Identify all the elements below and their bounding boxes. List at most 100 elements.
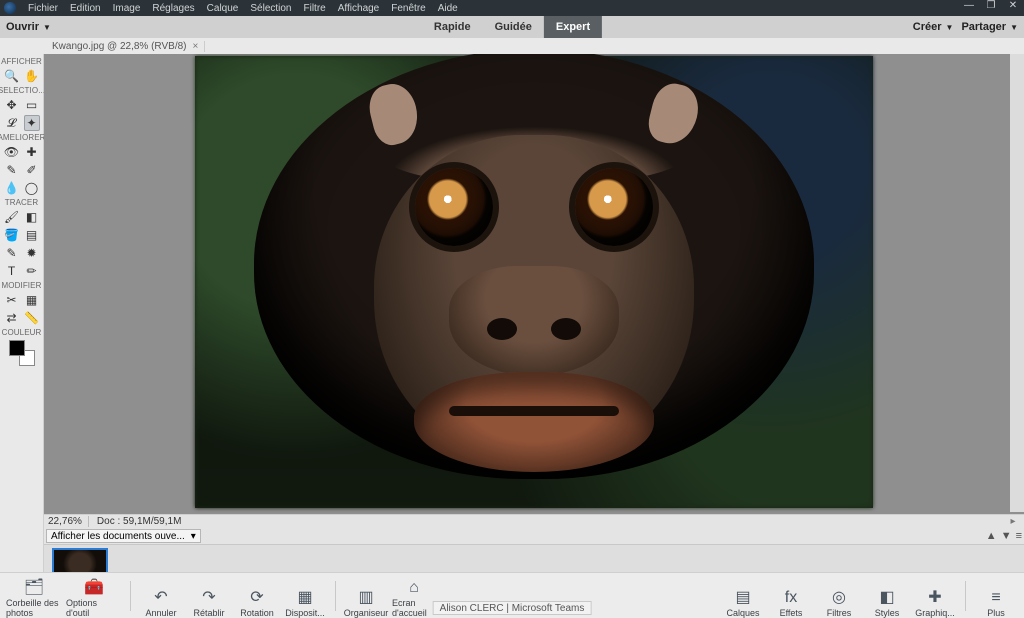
gradient-tool[interactable]: ▤ — [24, 227, 40, 243]
photo-bin-icon: 🗂 — [24, 580, 44, 596]
toolbox-section-ameliorer: AMELIORER — [0, 133, 46, 142]
graphics-panel-button[interactable]: ✚ Graphiq... — [913, 578, 957, 618]
sponge-tool[interactable]: ◯ — [24, 180, 40, 196]
open-documents-dropdown[interactable]: Afficher les documents ouve... ▾ — [46, 529, 201, 543]
minimize-button[interactable]: — — [962, 0, 976, 11]
whiten-tool[interactable]: ✎ — [4, 162, 20, 178]
share-menu[interactable]: Partager ▼ — [961, 21, 1018, 33]
zoom-tool[interactable]: 🔍 — [4, 68, 20, 84]
type-tool[interactable]: T — [4, 263, 20, 279]
doc-row-right-icons: ▲ ▼ ≡ — [986, 530, 1022, 542]
more-label: Plus — [987, 608, 1005, 618]
tool-options-button[interactable]: 🧰 Options d'outil — [66, 578, 122, 618]
menu-fenetre[interactable]: Fenêtre — [385, 3, 431, 14]
chevron-down-icon: ▼ — [946, 23, 954, 32]
close-icon[interactable]: × — [192, 41, 198, 52]
filters-label: Filtres — [827, 608, 852, 618]
image-subject-eye — [415, 168, 493, 246]
menu-edition[interactable]: Edition — [64, 3, 107, 14]
paint-bucket-tool[interactable]: 🪣 — [4, 227, 20, 243]
rotate-button[interactable]: ⟳ Rotation — [235, 578, 279, 618]
menu-aide[interactable]: Aide — [432, 3, 464, 14]
red-eye-tool[interactable]: 👁 — [4, 144, 20, 160]
spot-heal-tool[interactable]: ✚ — [24, 144, 40, 160]
document-tab[interactable]: Kwango.jpg @ 22,8% (RVB/8) × — [46, 41, 205, 52]
menu-filtre[interactable]: Filtre — [298, 3, 332, 14]
color-swatches[interactable] — [9, 340, 35, 366]
menu-reglages[interactable]: Réglages — [146, 3, 200, 14]
maximize-button[interactable]: ❐ — [984, 0, 998, 11]
image-subject-nostril — [551, 318, 581, 340]
scroll-down-icon[interactable]: ▼ — [1001, 530, 1012, 542]
create-menu[interactable]: Créer ▼ — [913, 21, 954, 33]
more-icon: ≡ — [991, 590, 1000, 606]
photo-bin-thumbnail[interactable] — [52, 548, 108, 573]
panel-menu-icon[interactable]: ≡ — [1016, 530, 1022, 542]
lasso-tool[interactable]: 𝓛 — [4, 115, 20, 131]
tab-expert[interactable]: Expert — [544, 16, 602, 38]
graphics-label: Graphiq... — [915, 608, 955, 618]
filters-panel-button[interactable]: ◎ Filtres — [817, 578, 861, 618]
blur-tool[interactable]: 💧 — [4, 180, 20, 196]
content-move-tool[interactable]: ⇄ — [4, 310, 20, 326]
effects-label: Effets — [780, 608, 803, 618]
menu-affichage[interactable]: Affichage — [332, 3, 386, 14]
redo-button[interactable]: ↷ Rétablir — [187, 578, 231, 618]
menu-calque[interactable]: Calque — [201, 3, 245, 14]
separator — [965, 581, 966, 611]
crop-tool[interactable]: ✂ — [4, 292, 20, 308]
chevron-down-icon: ▼ — [43, 23, 51, 32]
scroll-right-icon[interactable]: ▸ — [1006, 516, 1020, 527]
brush-tool[interactable]: 🖌 — [4, 209, 20, 225]
chevron-down-icon: ▼ — [1010, 23, 1018, 32]
layers-panel-button[interactable]: ▤ Calques — [721, 578, 765, 618]
undo-button[interactable]: ↶ Annuler — [139, 578, 183, 618]
organizer-icon: ▥ — [358, 590, 373, 606]
hand-tool[interactable]: ✋ — [24, 68, 40, 84]
document-tabstrip: Kwango.jpg @ 22,8% (RVB/8) × — [0, 38, 1024, 54]
custom-shape-tool[interactable]: ✹ — [24, 245, 40, 261]
tab-quick[interactable]: Rapide — [422, 16, 483, 38]
bottom-bar-right: ▤ Calques fx Effets ◎ Filtres ◧ Styles ✚… — [721, 573, 1024, 618]
organizer-button[interactable]: ▥ Organiseur — [344, 578, 388, 618]
eraser-tool[interactable]: ◧ — [24, 209, 40, 225]
pencil-tool[interactable]: ✏ — [24, 263, 40, 279]
open-button[interactable]: Ouvrir ▼ — [0, 21, 57, 33]
styles-panel-button[interactable]: ◧ Styles — [865, 578, 909, 618]
menu-selection[interactable]: Sélection — [244, 3, 297, 14]
document-tab-title: Kwango.jpg @ 22,8% (RVB/8) — [52, 41, 186, 52]
menu-fichier[interactable]: Fichier — [22, 3, 64, 14]
recompose-tool[interactable]: ▦ — [24, 292, 40, 308]
close-button[interactable]: ✕ — [1006, 0, 1020, 11]
color-picker-tool[interactable]: ✎ — [4, 245, 20, 261]
more-panel-button[interactable]: ≡ Plus — [974, 578, 1018, 618]
image-subject-eye — [575, 168, 653, 246]
toolbox-section-afficher: AFFICHER — [1, 57, 42, 66]
quick-select-tool[interactable]: ✦ — [24, 115, 40, 131]
tab-guided[interactable]: Guidée — [483, 16, 544, 38]
move-tool[interactable]: ✥ — [4, 97, 20, 113]
scroll-up-icon[interactable]: ▲ — [986, 530, 997, 542]
rotate-label: Rotation — [240, 608, 274, 618]
menu-bar: Fichier Edition Image Réglages Calque Sé… — [0, 0, 1024, 16]
home-button[interactable]: ⌂ Ecran d'accueil — [392, 578, 436, 618]
smart-brush-tool[interactable]: ✐ — [24, 162, 40, 178]
window-controls: — ❐ ✕ — [962, 0, 1020, 11]
layout-button[interactable]: ▦ Disposit... — [283, 578, 327, 618]
graphics-icon: ✚ — [928, 590, 941, 606]
main-area: AFFICHER 🔍 ✋ SELECTIO... ✥ ▭ 𝓛 ✦ AMELIOR… — [0, 54, 1024, 572]
foreground-color-swatch[interactable] — [9, 340, 25, 356]
menu-image[interactable]: Image — [107, 3, 147, 14]
rotate-icon: ⟳ — [250, 590, 263, 606]
zoom-value[interactable]: 22,76% — [48, 516, 89, 527]
app-icon — [4, 2, 16, 14]
vertical-scrollbar[interactable] — [1010, 54, 1024, 512]
effects-panel-button[interactable]: fx Effets — [769, 578, 813, 618]
rect-marquee-tool[interactable]: ▭ — [24, 97, 40, 113]
document-canvas[interactable] — [195, 56, 873, 508]
photo-bin-button[interactable]: 🗂 Corbeille des photos — [6, 578, 62, 618]
straighten-tool[interactable]: 📏 — [24, 310, 40, 326]
canvas-status-bar: 22,76% Doc : 59,1M/59,1M ▸ — [44, 514, 1024, 528]
undo-label: Annuler — [145, 608, 176, 618]
toolbox: AFFICHER 🔍 ✋ SELECTIO... ✥ ▭ 𝓛 ✦ AMELIOR… — [0, 54, 44, 572]
